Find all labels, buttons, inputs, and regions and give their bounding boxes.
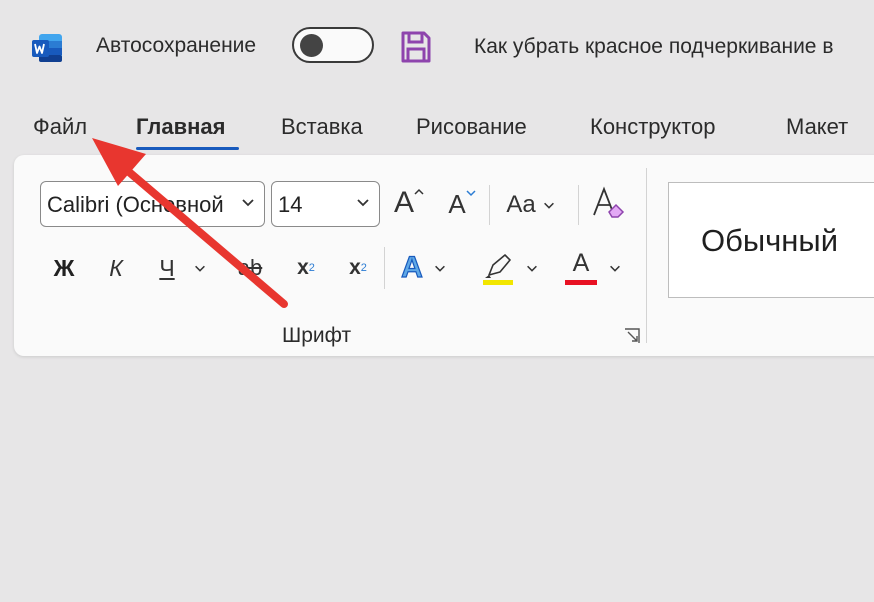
document-title: Как убрать красное подчеркивание в	[474, 35, 834, 58]
subscript-button[interactable]: x2	[286, 250, 326, 286]
dialog-launcher-icon[interactable]	[623, 327, 641, 345]
autosave-toggle[interactable]	[292, 27, 374, 63]
strikethrough-label: ab	[237, 255, 263, 280]
superscript-index: 2	[360, 262, 367, 274]
superscript-label: x	[349, 256, 361, 279]
chevron-down-icon	[543, 202, 554, 209]
font-color-swatch	[565, 280, 597, 285]
clear-formatting-icon[interactable]	[590, 185, 626, 221]
chevron-down-icon	[527, 265, 537, 272]
bold-label: Ж	[53, 254, 75, 281]
text-effects-button[interactable]: A	[392, 248, 456, 288]
superscript-button[interactable]: x2	[338, 250, 378, 286]
font-size-value: 14	[278, 192, 303, 217]
highlighter-icon	[483, 254, 513, 285]
word-icon[interactable]	[30, 32, 64, 64]
toggle-knob	[300, 34, 323, 57]
tab-draw[interactable]: Рисование	[416, 114, 527, 140]
autosave-label: Автосохранение	[96, 34, 257, 57]
grow-font-glyph: A	[393, 186, 414, 219]
grow-font-button[interactable]: A	[390, 182, 428, 224]
tab-file[interactable]: Файл	[33, 114, 87, 140]
text-effects-label: A	[401, 250, 424, 284]
subscript-label: x	[297, 256, 309, 279]
subscript-index: 2	[308, 262, 315, 274]
tab-layout[interactable]: Макет	[786, 114, 848, 140]
chevron-down-icon	[357, 199, 369, 207]
underline-label: Ч	[159, 254, 175, 281]
font-color-label: A	[572, 249, 590, 277]
tab-insert[interactable]: Вставка	[281, 114, 363, 140]
chevron-down-icon	[194, 265, 205, 272]
font-group-label: Шрифт	[282, 324, 352, 347]
change-case-label: Aa	[506, 191, 536, 218]
highlight-color-button[interactable]	[474, 248, 544, 288]
chevron-down-icon	[610, 265, 620, 272]
group-separator	[646, 168, 647, 343]
italic-label: К	[109, 254, 123, 281]
style-normal[interactable]: Обычный	[668, 182, 874, 298]
underline-button[interactable]: Ч	[150, 250, 216, 286]
font-size-dropdown[interactable]: 14	[271, 181, 380, 227]
strikethrough-button[interactable]: ab	[228, 250, 272, 286]
font-color-button[interactable]: A	[558, 248, 628, 288]
caret-down-icon	[466, 190, 476, 197]
bold-button[interactable]: Ж	[46, 250, 82, 286]
separator	[384, 247, 385, 289]
shrink-font-glyph: A	[448, 188, 466, 219]
chevron-down-icon	[434, 265, 445, 272]
italic-button[interactable]: К	[98, 250, 134, 286]
caret-up-icon	[414, 188, 424, 195]
style-normal-label: Обычный	[701, 223, 839, 258]
font-name-dropdown[interactable]: Calibri (Основной	[40, 181, 265, 227]
save-icon[interactable]	[400, 30, 432, 64]
shrink-font-button[interactable]: A	[444, 184, 480, 224]
tab-home[interactable]: Главная	[136, 114, 225, 140]
active-tab-indicator	[136, 147, 239, 150]
font-name-value: Calibri (Основной	[47, 192, 224, 217]
change-case-button[interactable]: Aa	[500, 186, 562, 224]
separator	[489, 185, 490, 225]
tab-design[interactable]: Конструктор	[590, 114, 715, 140]
chevron-down-icon	[240, 194, 256, 210]
separator	[578, 185, 579, 225]
